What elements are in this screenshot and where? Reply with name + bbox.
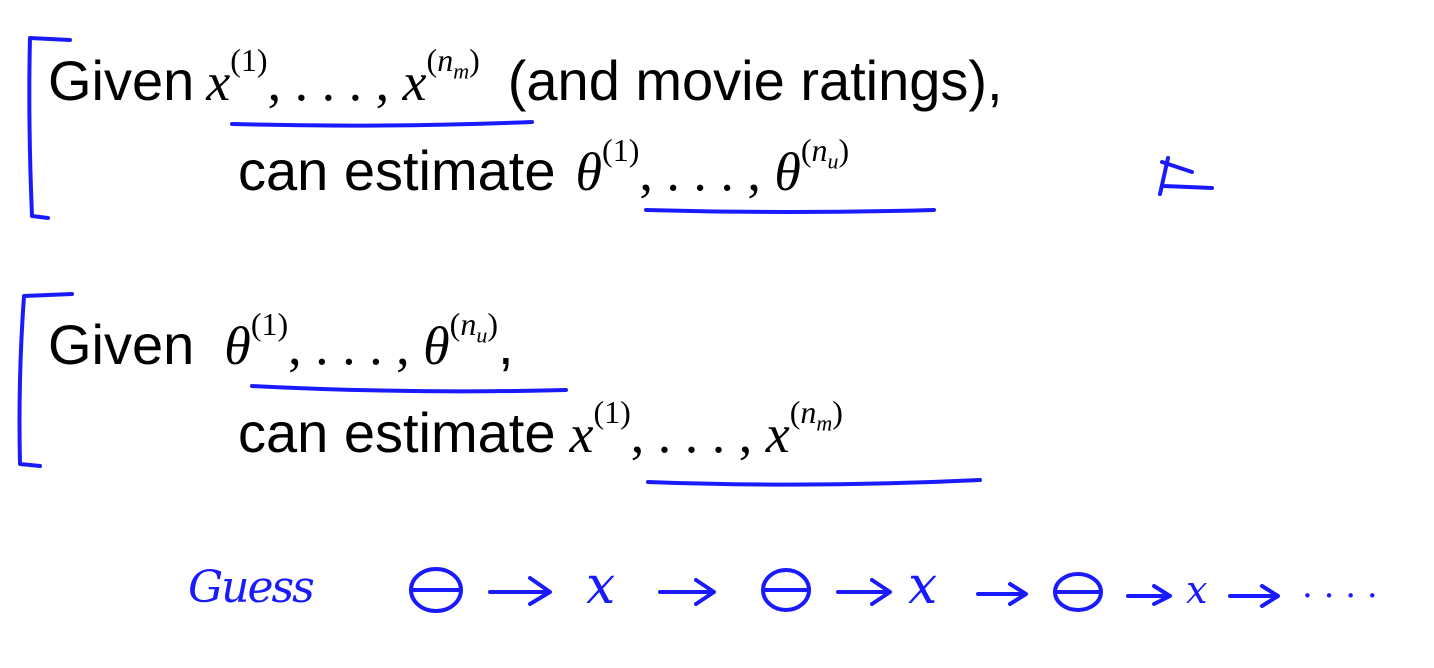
block1-line2: can estimate θ(1), . . . , θ(nu) [238, 132, 850, 203]
underline-theta-range-2 [250, 384, 568, 394]
block2-line2: can estimate x(1), . . . , x(nm) [238, 394, 843, 465]
arrow-6 [1228, 584, 1280, 608]
can-estimate-label: can estimate [238, 401, 556, 464]
theta-range-expression: θ(1), . . . , θ(nu) [575, 132, 850, 202]
can-estimate-label: can estimate [238, 139, 556, 202]
lecture-slide: Given x(1), . . . , x(nm) (and movie rat… [0, 0, 1434, 668]
theta-range-expression: θ(1), . . . , θ(nu) [224, 306, 498, 376]
arrow-mark [1158, 156, 1214, 196]
x-handwritten-2: x [908, 556, 938, 616]
theta-symbol-3 [1053, 572, 1103, 612]
underline-x-range-1 [230, 120, 534, 128]
underline-x-range-2 [646, 478, 982, 487]
movie-ratings-note: (and movie ratings), [507, 49, 1003, 112]
x-handwritten-3: x [1186, 568, 1208, 612]
arrow-1 [488, 576, 552, 606]
given-label: Given [48, 313, 195, 376]
arrow-2 [658, 578, 716, 606]
x-range-expression: x(1), . . . , x(nm) [569, 394, 843, 464]
block2-line1: Given θ(1), . . . , θ(nu) , [48, 306, 514, 377]
x-handwritten-1: x [586, 556, 616, 616]
continuation-dots: . . . . [1302, 566, 1378, 606]
theta-symbol-2 [761, 568, 811, 612]
arrow-4 [976, 582, 1028, 606]
arrow-5 [1126, 584, 1172, 606]
underline-theta-range-1 [644, 208, 936, 214]
arrow-3 [836, 578, 892, 606]
trailing-comma: , [497, 313, 514, 376]
x-range-expression: x(1), . . . , x(nm) [206, 42, 480, 112]
theta-symbol-1 [409, 567, 463, 613]
block1-line1: Given x(1), . . . , x(nm) (and movie rat… [48, 42, 1003, 113]
guess-sequence [409, 567, 1280, 613]
given-label: Given [48, 49, 195, 112]
guess-handwritten: Guess [188, 562, 315, 613]
